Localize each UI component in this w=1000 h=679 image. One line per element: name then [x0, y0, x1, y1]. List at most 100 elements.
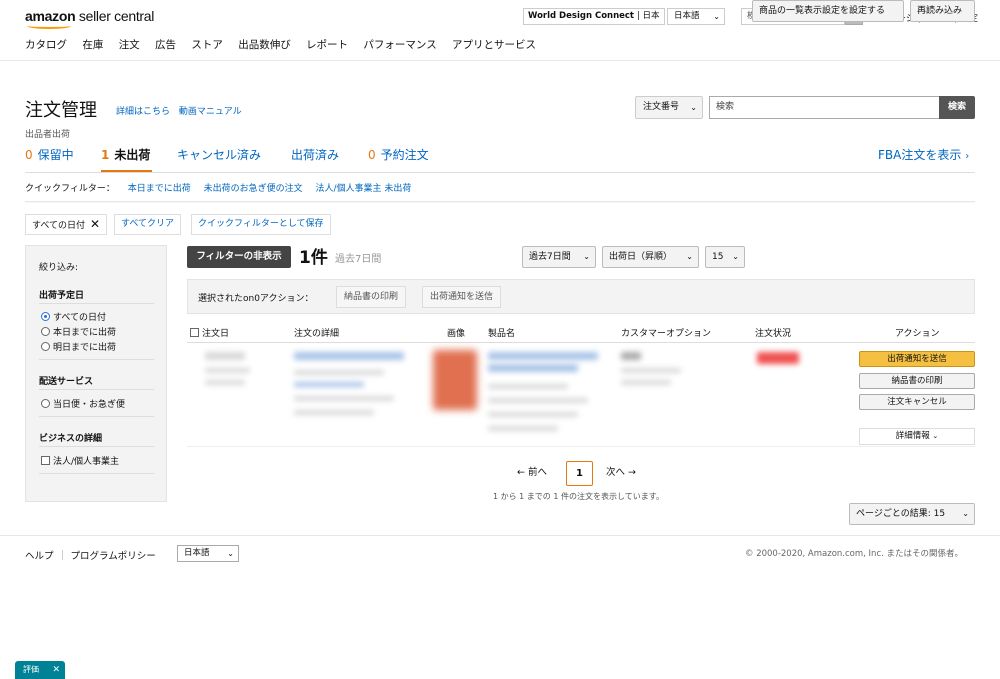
next-page-button[interactable]: 次へ →	[606, 462, 636, 486]
sidebar-heading: 絞り込み:	[39, 263, 79, 273]
amazon-smile-icon	[27, 23, 71, 29]
all-dates-chip[interactable]: すべての日付 ✕	[25, 214, 108, 235]
sort-select[interactable]: 出荷日（昇順） ⌄	[602, 246, 699, 268]
chevron-down-icon: ⌄	[713, 12, 720, 21]
account-name: World Design Connect	[528, 11, 634, 21]
clear-all-button[interactable]: すべてクリア	[114, 214, 182, 235]
business-option[interactable]: 法人/個人事業主	[41, 454, 119, 467]
print-invoice-bulk-button[interactable]: 納品書の印刷	[336, 286, 407, 308]
send-notice-bulk-button[interactable]: 出荷通知を送信	[422, 286, 502, 308]
chevron-down-icon: ⌄	[227, 549, 234, 558]
close-icon[interactable]: ✕	[90, 217, 100, 231]
hide-filters-button[interactable]: フィルターの非表示	[187, 246, 291, 268]
quick-filter-prime[interactable]: 未出荷のお急ぎ便の注文	[204, 184, 303, 194]
redacted-product-image	[433, 350, 477, 410]
send-shipping-notice-button[interactable]: 出荷通知を送信	[859, 351, 975, 367]
more-details-button[interactable]: 詳細情報 ⌄	[859, 428, 975, 445]
ship-date-today[interactable]: 本日までに出荷	[41, 325, 116, 338]
nav-advertising[interactable]: 広告	[155, 39, 176, 51]
nav-growth[interactable]: 出品数伸び	[238, 39, 291, 51]
nav-catalog[interactable]: カタログ	[25, 39, 67, 51]
ship-date-all[interactable]: すべての日付	[41, 310, 106, 323]
chevron-down-icon: ⌄	[962, 509, 969, 518]
chevron-down-icon: ⌄	[690, 103, 697, 112]
th-action: アクション	[895, 329, 940, 339]
nav-orders[interactable]: 注文	[119, 39, 140, 51]
radio-selected-icon[interactable]	[41, 312, 50, 321]
reload-button[interactable]: 再読み込み	[910, 0, 975, 22]
cancel-order-button[interactable]: 注文キャンセル	[859, 394, 975, 410]
nav-apps[interactable]: アプリとサービス	[452, 39, 536, 51]
order-search-input[interactable]: 検索	[709, 96, 939, 119]
filter-sidebar: 絞り込み: 出荷予定日 すべての日付 本日までに出荷 明日までに出荷 配送サービ…	[25, 245, 167, 502]
radio-icon[interactable]	[41, 342, 50, 351]
delivery-prime[interactable]: 当日便・お急ぎ便	[41, 397, 125, 410]
feedback-badge[interactable]: 評価 ✕	[15, 661, 65, 679]
footer-language-select[interactable]: 日本語 ⌄	[177, 545, 239, 562]
chevron-down-icon: ⌄	[583, 252, 590, 261]
nav-stores[interactable]: ストア	[191, 39, 223, 51]
account-switcher[interactable]: World Design Connect | 日本	[523, 8, 665, 25]
th-image: 画像	[447, 329, 466, 339]
business-title: ビジネスの詳細	[39, 434, 103, 444]
redacted-order-date	[205, 352, 245, 360]
quick-filter-divider	[25, 201, 975, 203]
per-page-select[interactable]: 15 ⌄	[705, 246, 745, 268]
nav-reports[interactable]: レポート	[306, 39, 348, 51]
page-1-button[interactable]: 1	[566, 461, 593, 486]
redacted-product-name	[488, 352, 598, 360]
ship-date-tomorrow[interactable]: 明日までに出荷	[41, 340, 116, 353]
period-select[interactable]: 過去7日間 ⌄	[522, 246, 596, 268]
order-field-select[interactable]: 注文番号 ⌄	[635, 96, 703, 119]
pagination-info: 1 から 1 までの 1 件の注文を表示しています。	[493, 492, 664, 501]
th-order-status: 注文状況	[755, 329, 792, 339]
save-quick-filter-button[interactable]: クイックフィルターとして保存	[191, 214, 331, 235]
th-order-details: 注文の詳細	[294, 329, 340, 339]
th-product-name: 製品名	[488, 329, 516, 339]
language-select[interactable]: 日本語 ⌄	[667, 8, 725, 25]
tab-shipped[interactable]: 出荷済み	[291, 146, 339, 163]
logo-main: amazon	[25, 8, 76, 24]
radio-icon[interactable]	[41, 327, 50, 336]
nav-inventory[interactable]: 在庫	[82, 39, 103, 51]
radio-icon[interactable]	[41, 399, 50, 408]
page-subtitle: 出品者出荷	[25, 130, 71, 140]
tab-preorders[interactable]: 0 予約注文	[368, 146, 429, 163]
checkbox-icon[interactable]	[41, 456, 50, 465]
th-customer-option: カスタマーオプション	[621, 329, 712, 339]
order-field-value: 注文番号	[643, 102, 680, 112]
quick-filter-label: クイックフィルター：	[25, 184, 115, 194]
results-per-page-select[interactable]: ページごとの結果: 15 ⌄	[849, 503, 975, 525]
footer-help-link[interactable]: ヘルプ	[25, 551, 54, 562]
nav-performance[interactable]: パフォーマンス	[363, 39, 436, 51]
header-divider	[0, 60, 1000, 61]
ship-date-title: 出荷予定日	[39, 291, 85, 301]
select-all-checkbox[interactable]	[190, 328, 199, 337]
quick-filter-today[interactable]: 本日までに出荷	[128, 184, 191, 194]
details-link[interactable]: 詳細はこちら	[116, 107, 170, 117]
bulk-action-label: 選択されたon0アクション：	[198, 294, 314, 304]
display-settings-button[interactable]: 商品の一覧表示設定を設定する	[752, 0, 904, 22]
delivery-title: 配送サービス	[39, 377, 94, 387]
table-header-divider	[187, 342, 975, 343]
order-range: 過去7日間	[335, 254, 382, 265]
footer-policy-link[interactable]: プログラムポリシー	[71, 551, 156, 562]
row-divider	[187, 446, 975, 447]
print-invoice-button[interactable]: 納品書の印刷	[859, 373, 975, 389]
tab-cancelled[interactable]: キャンセル済み	[177, 146, 261, 163]
prev-page-button[interactable]: ← 前へ	[517, 462, 547, 486]
video-manual-link[interactable]: 動画マニュアル	[179, 107, 242, 117]
arrow-right-icon: →	[628, 467, 637, 478]
order-search-button[interactable]: 検索	[939, 96, 975, 119]
seller-central-logo[interactable]: amazon seller central	[25, 8, 154, 29]
tab-pending[interactable]: 0 保留中	[25, 146, 74, 163]
fba-orders-link[interactable]: FBA注文を表示 ›	[878, 146, 969, 163]
quick-filter-business[interactable]: 法人/個人事業主 未出荷	[315, 184, 411, 194]
close-icon[interactable]: ✕	[52, 661, 60, 679]
copyright: © 2000-2020, Amazon.com, Inc. またはその関係者。	[745, 549, 964, 559]
chevron-down-icon: ⌄	[732, 252, 739, 261]
th-order-date[interactable]: 注文日	[190, 326, 229, 339]
account-region: | 日本	[636, 11, 660, 21]
page-title: 注文管理	[25, 100, 97, 121]
tab-unshipped[interactable]: 1 未出荷	[101, 146, 150, 163]
